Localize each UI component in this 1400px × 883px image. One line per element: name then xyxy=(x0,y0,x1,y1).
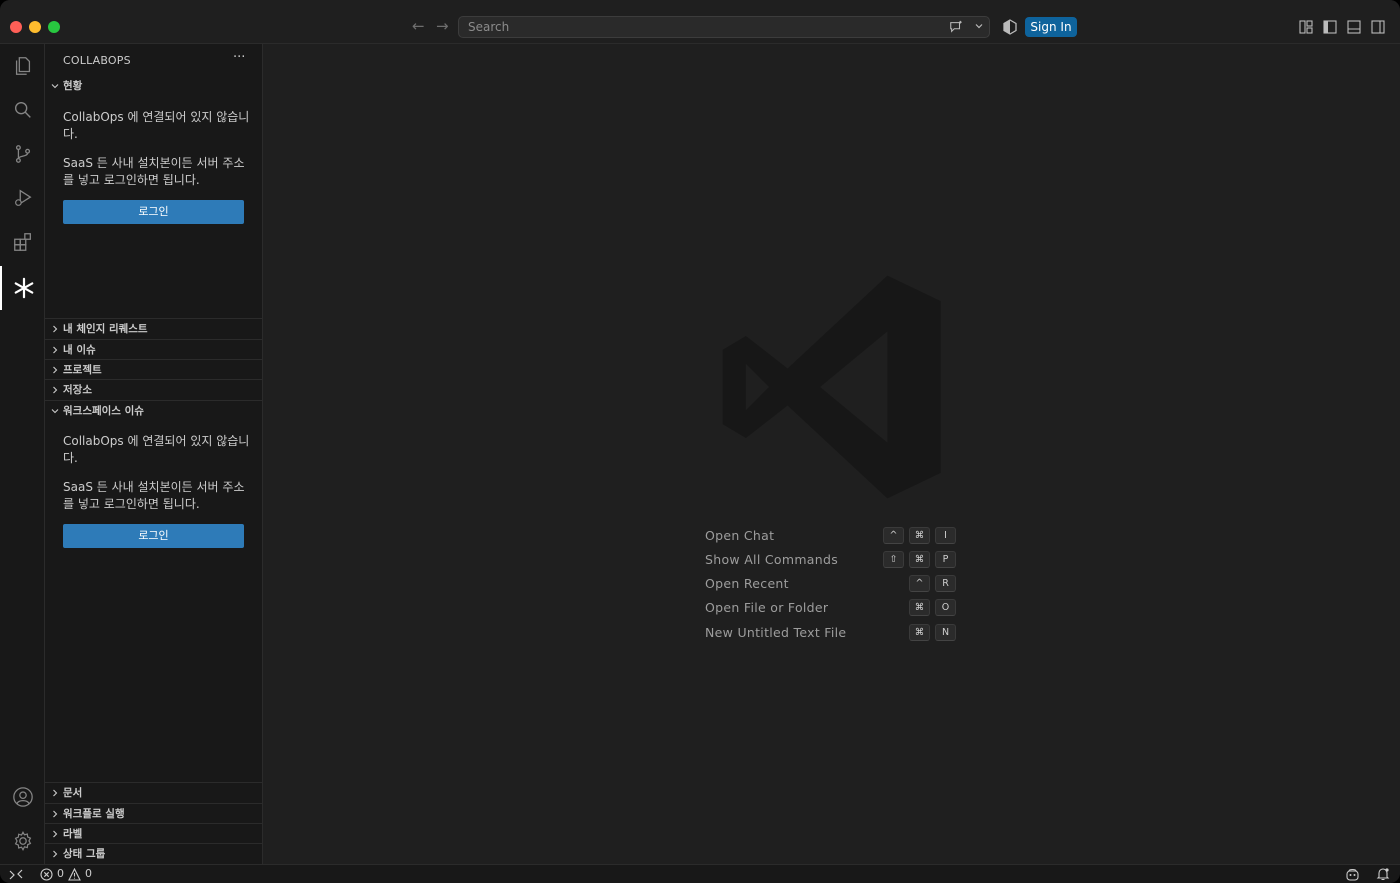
login-button[interactable]: 로그인 xyxy=(63,200,244,224)
gear-icon[interactable] xyxy=(0,819,45,863)
error-icon[interactable] xyxy=(40,868,53,881)
chevron-right-icon xyxy=(53,366,58,374)
chevron-right-icon xyxy=(53,830,58,838)
explorer-icon[interactable] xyxy=(0,44,45,88)
shortcut-show-all-commands[interactable]: Show All Commands ⇧ ⌘ P xyxy=(705,551,959,569)
key-cap: N xyxy=(935,624,956,641)
section-workflow-runs[interactable]: 워크플로 실행 xyxy=(45,803,263,823)
accounts-icon[interactable] xyxy=(1002,19,1018,35)
search-icon[interactable] xyxy=(0,88,45,132)
toggle-secondary-sidebar-icon[interactable] xyxy=(1371,20,1385,34)
shortcut-open-recent[interactable]: Open Recent ^ R xyxy=(705,575,959,593)
key-cap: ⌘ xyxy=(909,599,930,616)
minimize-window-button[interactable] xyxy=(29,21,41,33)
key-cap: O xyxy=(935,599,956,616)
login-hint-message: SaaS 든 사내 설치본이든 서버 주소를 넣고 로그인하면 됩니다. xyxy=(63,156,245,187)
chevron-right-icon xyxy=(53,850,58,858)
toggle-primary-sidebar-icon[interactable] xyxy=(1323,20,1337,34)
toggle-panel-icon[interactable] xyxy=(1347,20,1361,34)
shortcut-label: Show All Commands xyxy=(705,552,839,567)
section-label: 내 이슈 xyxy=(63,344,96,356)
section-label: 문서 xyxy=(63,787,83,799)
more-actions-icon[interactable]: ··· xyxy=(233,50,245,65)
shortcut-label: Open Chat xyxy=(705,528,775,543)
shortcut-label: Open Recent xyxy=(705,576,789,591)
section-documents[interactable]: 문서 xyxy=(45,782,263,802)
section-label: 내 체인지 리퀘스트 xyxy=(63,323,148,335)
key-cap: I xyxy=(935,527,956,544)
copilot-icon[interactable] xyxy=(1345,867,1360,882)
customize-layout-icon[interactable] xyxy=(1299,20,1313,34)
title-bar: ← → Search Sign In xyxy=(0,0,1400,44)
vscode-window: ← → Search Sign In COLLABOPS ··· 현황 Coll… xyxy=(0,0,1400,883)
shortcut-open-file-or-folder[interactable]: Open File or Folder ⌘ O xyxy=(705,599,959,617)
section-label: 저장소 xyxy=(63,384,92,396)
account-icon[interactable] xyxy=(0,775,45,819)
error-count[interactable]: 0 xyxy=(57,867,64,880)
chevron-right-icon xyxy=(53,810,58,818)
key-cap: ⇧ xyxy=(883,551,904,568)
chevron-right-icon xyxy=(53,789,58,797)
warning-count[interactable]: 0 xyxy=(85,867,92,880)
sign-in-button[interactable]: Sign In xyxy=(1025,17,1077,37)
shortcut-open-chat[interactable]: Open Chat ^ ⌘ I xyxy=(705,527,959,545)
status-bar: 0 0 xyxy=(0,864,1400,883)
arrow-right-icon[interactable]: → xyxy=(436,18,449,34)
editor-area: Open Chat ^ ⌘ I Show All Commands ⇧ ⌘ P … xyxy=(263,44,1400,864)
key-cap: ⌘ xyxy=(909,551,930,568)
section-status-groups[interactable]: 상태 그룹 xyxy=(45,843,263,863)
key-cap: R xyxy=(935,575,956,592)
collabops-sidebar: COLLABOPS ··· 현황 CollabOps 에 연결되어 있지 않습니… xyxy=(45,44,263,864)
key-cap: P xyxy=(935,551,956,568)
not-connected-message: CollabOps 에 연결되어 있지 않습니다. xyxy=(63,110,250,141)
section-label: 워크스페이스 이슈 xyxy=(63,405,144,417)
extensions-icon[interactable] xyxy=(0,220,45,264)
chevron-right-icon xyxy=(53,346,58,354)
activity-bar xyxy=(0,44,45,864)
section-status-header[interactable]: 현황 xyxy=(45,76,263,96)
section-labels[interactable]: 라벨 xyxy=(45,823,263,843)
warning-icon[interactable] xyxy=(68,868,81,881)
chevron-down-icon xyxy=(51,409,59,414)
chevron-right-icon xyxy=(53,325,58,333)
arrow-left-icon[interactable]: ← xyxy=(412,18,425,34)
maximize-window-button[interactable] xyxy=(48,21,60,33)
shortcut-label: New Untitled Text File xyxy=(705,625,847,640)
shortcut-label: Open File or Folder xyxy=(705,600,829,615)
key-cap: ⌘ xyxy=(909,527,930,544)
not-connected-message: CollabOps 에 연결되어 있지 않습니다. xyxy=(63,434,250,465)
shortcut-new-untitled-text-file[interactable]: New Untitled Text File ⌘ N xyxy=(705,624,959,642)
section-projects[interactable]: 프로젝트 xyxy=(45,359,263,379)
bell-icon[interactable] xyxy=(1376,867,1390,881)
chevron-down-icon[interactable] xyxy=(974,21,984,31)
vscode-logo-watermark-icon xyxy=(722,275,941,499)
section-label: 프로젝트 xyxy=(63,364,102,376)
remote-icon[interactable] xyxy=(9,868,23,881)
chevron-down-icon xyxy=(51,84,59,89)
section-workspace-issues-header[interactable]: 워크스페이스 이슈 xyxy=(45,400,263,420)
key-cap: ⌘ xyxy=(909,624,930,641)
command-center-search[interactable]: Search xyxy=(458,16,990,38)
login-button[interactable]: 로그인 xyxy=(63,524,244,548)
chat-icon[interactable] xyxy=(949,20,963,34)
login-hint-message: SaaS 든 사내 설치본이든 서버 주소를 넣고 로그인하면 됩니다. xyxy=(63,480,245,511)
section-repositories[interactable]: 저장소 xyxy=(45,379,263,399)
run-debug-icon[interactable] xyxy=(0,176,45,220)
sidebar-title: COLLABOPS xyxy=(63,54,131,67)
key-cap: ^ xyxy=(883,527,904,544)
search-placeholder: Search xyxy=(468,20,510,34)
source-control-icon[interactable] xyxy=(0,132,45,176)
section-label: 현황 xyxy=(63,80,83,92)
collabops-icon[interactable] xyxy=(0,266,45,310)
key-cap: ^ xyxy=(909,575,930,592)
chevron-right-icon xyxy=(53,386,58,394)
section-my-change-requests[interactable]: 내 체인지 리퀘스트 xyxy=(45,318,263,338)
close-window-button[interactable] xyxy=(10,21,22,33)
section-label: 라벨 xyxy=(63,828,83,840)
section-my-issues[interactable]: 내 이슈 xyxy=(45,339,263,359)
section-label: 워크플로 실행 xyxy=(63,808,125,820)
section-label: 상태 그룹 xyxy=(63,848,106,860)
